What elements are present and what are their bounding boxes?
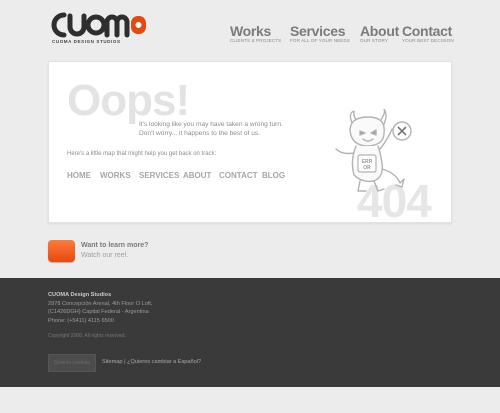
nav-title: Services bbox=[290, 23, 346, 39]
address-line: 2978 Concepción Arenal, 4th Floor O Loft… bbox=[48, 300, 153, 307]
language-button[interactable]: Quieres cambiar bbox=[48, 354, 96, 372]
nav-title: Contact bbox=[402, 23, 453, 39]
nav-subtitle: YOUR BEST DECISION bbox=[402, 38, 454, 43]
nav-works[interactable]: Works CLIENTS & PROJECTS bbox=[230, 24, 281, 44]
logo-tagline: CUOMA DESIGN STUDIOS bbox=[52, 39, 121, 44]
sitemap-link[interactable]: Sitemap bbox=[102, 359, 123, 365]
footer: CUOMA Design Studios 2978 Concepción Are… bbox=[0, 278, 500, 387]
devil-mascot-illustration: ERR OR bbox=[335, 109, 412, 192]
link-about[interactable]: ABOUT bbox=[183, 171, 211, 180]
error-card: Oops! It's looking like you may have tak… bbox=[48, 61, 452, 223]
reel-subtext: Watch our reel. bbox=[81, 252, 129, 259]
address-line: (C1426DGH) Capital Federal - Argentina bbox=[48, 309, 149, 315]
nav-title: About bbox=[360, 23, 399, 39]
map-intro-text: Here's a little map that might help you … bbox=[67, 151, 217, 157]
error-message-line: It's looking like you may have taken a w… bbox=[139, 121, 283, 128]
nav-title: Works bbox=[230, 23, 272, 39]
error-heading: Oops! bbox=[67, 76, 190, 125]
nav-contact[interactable]: Contact YOUR BEST DECISION bbox=[402, 24, 454, 44]
logo-wordmark bbox=[51, 12, 146, 38]
phone-number: Phone: (+5411) 4115 6500 bbox=[48, 317, 114, 324]
link-works[interactable]: WORKS bbox=[100, 171, 131, 180]
nav-subtitle: CLIENTS & PROJECTS bbox=[230, 38, 282, 43]
nav-subtitle: FOR ALL OF YOUR NEEDS bbox=[290, 38, 351, 43]
page-bottom-strip bbox=[0, 387, 500, 413]
logo[interactable]: CUOMA DESIGN STUDIOS bbox=[47, 11, 147, 47]
reel-heading: Want to learn more? bbox=[81, 242, 149, 249]
link-home[interactable]: HOME bbox=[67, 171, 91, 180]
language-link[interactable]: ¿Quieres cambiar a Español? bbox=[127, 359, 201, 365]
nav-about[interactable]: About OUR STORY bbox=[360, 24, 399, 44]
footer-links: Sitemap | ¿Quieres cambiar a Español? bbox=[102, 359, 201, 365]
company-name: CUOMA Design Studios bbox=[48, 292, 112, 298]
footer-address: CUOMA Design Studios 2978 Concepción Are… bbox=[48, 291, 152, 325]
reel-play-button[interactable] bbox=[48, 240, 75, 262]
link-contact[interactable]: CONTACT bbox=[219, 171, 258, 180]
copyright-text: Copyright 2008. All rights reserved. bbox=[48, 333, 126, 339]
link-separator: | bbox=[124, 359, 126, 365]
error-message: It's looking like you may have taken a w… bbox=[139, 120, 283, 138]
nav-services[interactable]: Services FOR ALL OF YOUR NEEDS bbox=[290, 24, 350, 44]
watch-reel-link[interactable]: Want to learn more? Watch our reel. bbox=[48, 240, 248, 264]
error-message-line: Don't worry... it happens to the best of… bbox=[139, 130, 260, 137]
link-services[interactable]: SERVICES bbox=[139, 171, 179, 180]
link-blog[interactable]: BLOG bbox=[262, 171, 285, 180]
